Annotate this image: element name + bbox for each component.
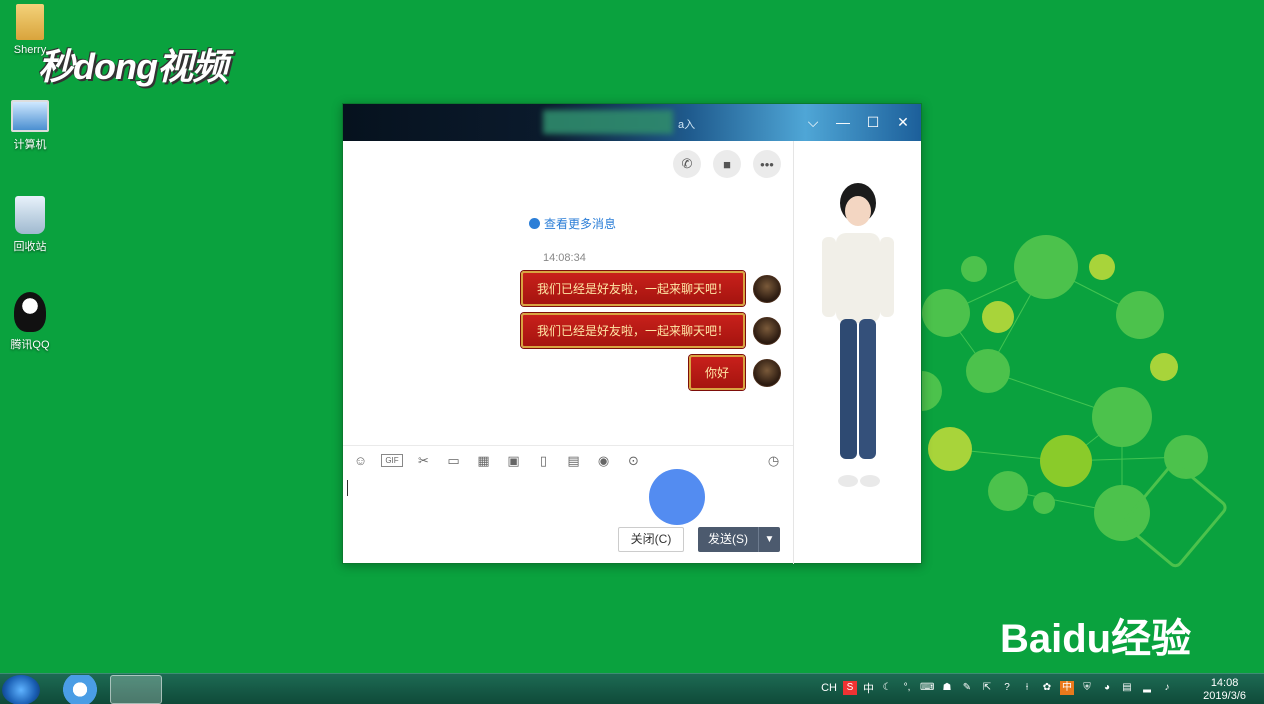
qq-chat-window: a入 ⌵ — ☐ ✕ ✆ ■ ••• 查看更多消息 14:08:34 我们已经是…	[342, 103, 922, 564]
title-suffix: a入	[678, 119, 696, 131]
message-bubble[interactable]: 我们已经是好友啦，一起来聊天吧！	[520, 313, 745, 348]
taskbar-chat-app[interactable]	[110, 675, 162, 704]
taskbar-browser-icon[interactable]	[56, 675, 104, 704]
folder-icon	[16, 4, 44, 40]
contact-name-blurred	[543, 110, 673, 134]
chat-titlebar[interactable]: a入 ⌵ — ☐ ✕	[343, 104, 921, 141]
emoji-icon[interactable]: ☺	[351, 451, 370, 470]
message-row: 我们已经是好友啦，一起来聊天吧！	[520, 313, 781, 348]
desktop-icon-computer[interactable]: 计算机	[0, 100, 60, 152]
app-icon[interactable]: ▦	[474, 451, 493, 470]
maximize-icon[interactable]: ☐	[861, 110, 885, 134]
ime-mode[interactable]: 中	[863, 680, 874, 696]
desktop-icon-qq[interactable]: 腾讯QQ	[0, 292, 60, 352]
volume-icon[interactable]: ♪	[1160, 681, 1174, 695]
video-call-icon[interactable]: ■	[713, 150, 741, 178]
clock-date: 2019/3/6	[1203, 690, 1246, 702]
qq-penguin-icon	[14, 292, 46, 332]
gift-icon[interactable]: ▤	[564, 451, 583, 470]
music-icon[interactable]: ◉	[594, 451, 613, 470]
view-more-label: 查看更多消息	[544, 217, 617, 231]
clock-time: 14:08	[1210, 677, 1239, 689]
message-row: 我们已经是好友啦，一起来聊天吧！	[520, 271, 781, 306]
desktop-icon-label: 回收站	[13, 241, 47, 253]
clock-icon	[529, 218, 540, 229]
gif-icon[interactable]: GIF	[381, 454, 403, 467]
computer-icon	[11, 100, 49, 132]
avatar[interactable]	[753, 316, 781, 345]
message-row: 你好	[688, 355, 781, 390]
recycle-bin-icon	[15, 196, 45, 234]
minimize-icon[interactable]: —	[831, 110, 855, 134]
help-icon[interactable]: ?	[1000, 681, 1014, 695]
desktop-icon-label: 计算机	[13, 139, 47, 151]
ime-chinese-badge[interactable]: 中	[1060, 681, 1074, 695]
avatar[interactable]	[753, 274, 781, 303]
keyboard-icon[interactable]: ⌨	[920, 681, 934, 695]
shield-icon[interactable]: ⛨	[1080, 681, 1094, 695]
desktop-icon-recycle-bin[interactable]: 回收站	[0, 196, 60, 254]
send-label: 发送(S)	[708, 532, 748, 546]
message-input[interactable]	[343, 475, 793, 525]
avatar[interactable]	[753, 358, 781, 387]
more-options-icon[interactable]: •••	[753, 150, 781, 178]
chevron-down-icon[interactable]: ▼	[758, 527, 780, 552]
video-watermark: 秒dong视频	[38, 46, 228, 87]
sogou-icon[interactable]: S	[843, 681, 857, 695]
punctuation-icon[interactable]: °,	[900, 681, 914, 695]
desktop-icon-label: 腾讯QQ	[10, 339, 50, 351]
avatar-character-image	[822, 183, 894, 487]
folder-icon[interactable]: ▭	[444, 451, 463, 470]
mouse-cursor-highlight	[649, 469, 705, 525]
external-link-icon[interactable]: ⇱	[980, 681, 994, 695]
chevron-down-icon[interactable]: ⌵	[801, 110, 825, 134]
network-icon[interactable]: ▂	[1140, 681, 1154, 695]
input-toolbar: ☺ GIF ✂ ▭ ▦ ▣ ▯ ▤ ◉ ⊙ ◷	[343, 445, 793, 475]
message-area: ✆ ■ ••• 查看更多消息 14:08:34 我们已经是好友啦，一起来聊天吧！…	[343, 141, 793, 564]
taskbar: CH S 中 ☾ °, ⌨ ☗ ✎ ⇱ ? ⍿ ✿ 中 ⛨ ◕ ▤ ▂ ♪ 14…	[0, 673, 1264, 704]
more-icon[interactable]: ⊙	[624, 451, 643, 470]
start-button[interactable]	[2, 675, 40, 704]
history-clock-icon[interactable]: ◷	[764, 451, 783, 470]
view-more-messages-link[interactable]: 查看更多消息	[529, 215, 616, 232]
close-icon[interactable]: ✕	[891, 110, 915, 134]
qq-tray-icon[interactable]: ◕	[1100, 681, 1114, 695]
system-tray: CH S 中 ☾ °, ⌨ ☗ ✎ ⇱ ? ⍿ ✿ 中 ⛨ ◕ ▤ ▂ ♪	[821, 680, 1174, 696]
image-icon[interactable]: ▣	[504, 451, 523, 470]
message-bubble[interactable]: 你好	[688, 355, 745, 390]
close-button[interactable]: 关闭(C)	[618, 527, 684, 552]
user-icon[interactable]: ☗	[940, 681, 954, 695]
wallpaper-bulb-graphic	[910, 235, 1227, 568]
shake-icon[interactable]: ▯	[534, 451, 553, 470]
clipboard-icon[interactable]: ▤	[1120, 681, 1134, 695]
send-button[interactable]: 发送(S) ▼	[698, 527, 780, 552]
show-panel	[793, 141, 921, 564]
text-caret	[347, 480, 348, 496]
message-bubble[interactable]: 我们已经是好友啦，一起来聊天吧！	[520, 271, 745, 306]
scissors-icon[interactable]: ✂	[414, 451, 433, 470]
message-timestamp: 14:08:34	[543, 252, 586, 264]
phone-call-icon[interactable]: ✆	[673, 150, 701, 178]
baidu-watermark: Baidu经验	[1000, 617, 1192, 661]
flower-icon[interactable]: ✿	[1040, 681, 1054, 695]
taskbar-clock[interactable]: 14:08 2019/3/6	[1203, 677, 1246, 703]
language-indicator[interactable]: CH	[821, 682, 837, 694]
pin-icon[interactable]: ⍿	[1020, 681, 1034, 695]
moon-icon[interactable]: ☾	[880, 681, 894, 695]
wrench-icon[interactable]: ✎	[960, 681, 974, 695]
